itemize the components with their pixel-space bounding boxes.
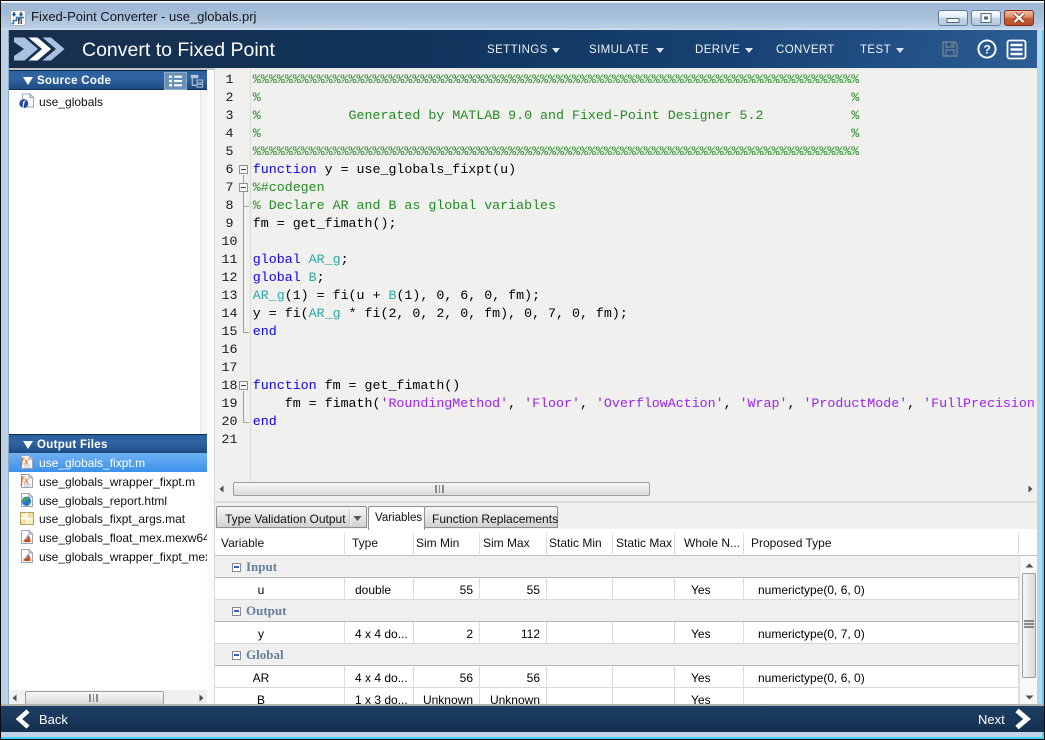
svg-text:fi: fi — [18, 17, 23, 26]
svg-text:fx: fx — [21, 457, 29, 468]
svg-text:?: ? — [984, 43, 991, 57]
svg-text:fx: fx — [21, 475, 29, 486]
